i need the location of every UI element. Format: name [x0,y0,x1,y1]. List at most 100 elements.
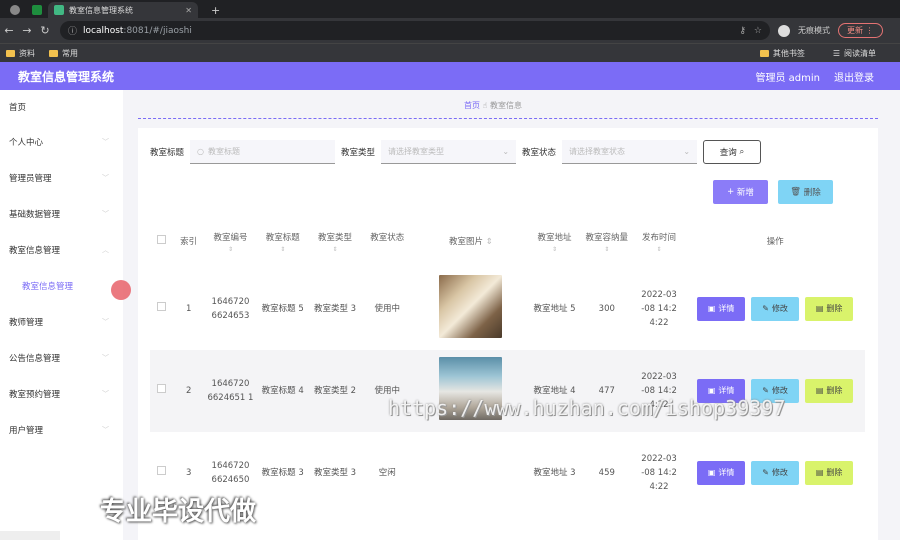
back-icon[interactable]: ← [0,24,18,37]
cell-ops: ▣ 详情 ✎ 修改 ▤ 删除 [685,432,865,514]
delete-button[interactable]: ▤ 删除 [805,379,854,403]
logout-link[interactable]: 退出登录 [834,69,874,84]
status-select[interactable]: 请选择教室状态 ⌄ [562,140,698,164]
column-header[interactable]: 教室图片 ⇕ [413,216,528,268]
key-icon[interactable]: ⚷ [739,26,746,36]
close-icon[interactable]: ✕ [185,6,192,15]
status-bar [0,531,60,540]
row-checkbox[interactable] [156,302,166,311]
type-select[interactable]: 请选择教室类型 ⌄ [381,140,517,164]
cell-type: 教室类型 3 [313,304,357,314]
sidebar-item-label: 首页 [9,103,27,113]
cell-address: 教室地址 5 [533,304,576,314]
sort-icon[interactable]: ⇕ [259,245,307,254]
sidebar-item-personal[interactable]: 个人中心 ﹀ [0,124,123,160]
bookmark-label: 其他书签 [772,48,805,58]
sidebar-item-basedata[interactable]: 基础数据管理 ﹀ [0,196,123,232]
row-checkbox-cell[interactable] [150,268,173,350]
detail-button[interactable]: ▣ 详情 [697,297,746,321]
column-header[interactable]: 教室编号 ⇕ [204,216,256,268]
sort-icon[interactable]: ⇕ [311,245,359,254]
bookmark-other[interactable]: 其他书签 [759,48,805,59]
sidebar-item-users[interactable]: 用户管理 ﹀ [0,412,123,448]
breadcrumb-home[interactable]: 首页 [464,101,480,110]
cell-time: 2022-03 -08 14:2 4:22 [641,290,677,328]
bookmark-folder[interactable]: 常用 [49,48,78,59]
cell-photo [413,432,528,514]
detail-button[interactable]: ▣ 详情 [697,461,746,485]
table-row[interactable]: 3 1646720 6624650 教室标题 3 教室类型 3 空闲 教室地址 … [150,432,865,514]
classroom-photo[interactable] [439,275,503,338]
button-label: 新增 [736,188,754,198]
button-label: 详情 [718,304,735,313]
chevron-down-icon: ⌄ [683,147,691,156]
column-header[interactable]: 教室标题 ⇕ [257,216,309,268]
sidebar-item-admins[interactable]: 管理员管理 ﹀ [0,160,123,196]
sort-icon[interactable]: ⇕ [635,245,683,254]
delete-button[interactable]: ▤ 删除 [805,461,854,485]
cell-number: 1646720 6624653 [211,297,250,321]
cell-status: 使用中 [374,304,401,314]
sort-icon[interactable] [363,245,411,254]
star-icon[interactable]: ☆ [754,26,762,36]
sidebar-item-label: 用户管理 [9,426,44,436]
row-checkbox[interactable] [156,466,166,475]
chevron-up-icon: ︿ [102,246,109,254]
tab-pinned[interactable] [4,2,24,18]
vue-icon [54,5,64,15]
user-label: 管理员 admin [755,72,820,84]
column-header[interactable]: 教室地址 ⇕ [528,216,580,268]
button-label: 详情 [718,468,735,477]
sort-icon[interactable]: ⇕ [486,237,493,247]
new-tab-button[interactable]: + [205,2,225,18]
column-header[interactable]: 教室类型 ⇕ [309,216,361,268]
sidebar-item-home[interactable]: 首页 [0,90,123,124]
column-header-label: 教室类型 [318,232,353,243]
address-bar[interactable]: ⓘ localhost :8081/#/jiaoshi ⚷ ☆ [60,21,770,40]
delete-button[interactable]: ▤ 删除 [805,297,854,321]
table-row[interactable]: 1 1646720 6624653 教室标题 5 教室类型 3 使用中 教室地址… [150,268,865,350]
sidebar-item-classroom[interactable]: 教室信息管理 ︿ [0,232,123,268]
table-header-row: 索引 教室编号 ⇕ 教室标题 ⇕ 教室类型 ⇕ 教室状态 教室图片 ⇕ 教室地址 ⇕ 教… [150,216,865,268]
info-icon[interactable]: ⓘ [68,24,77,37]
cell-capacity: 459 [598,468,615,478]
row-checkbox-cell[interactable] [150,350,173,432]
add-button[interactable]: + 新增 [713,180,768,204]
title-search-input[interactable]: ○ 教室标题 [190,140,336,164]
bookmark-label: 资料 [19,48,35,58]
update-button[interactable]: 更新 ⋮ [838,23,883,38]
filter-label: 教室标题 [150,148,185,158]
query-button[interactable]: 查询 ⌕ [703,140,762,164]
select-all-cell[interactable] [150,216,173,268]
column-header[interactable]: 教室容纳量 ⇕ [581,216,633,268]
sidebar-item-bookings[interactable]: 教室预约管理 ﹀ [0,376,123,412]
sidebar-subitem-classroom[interactable]: 教室信息管理 [0,268,123,304]
edit-button[interactable]: ✎ 修改 [751,461,800,485]
sidebar-item-teachers[interactable]: 教师管理 ﹀ [0,304,123,340]
row-checkbox[interactable] [156,384,166,393]
sort-icon[interactable]: ⇕ [583,245,631,254]
button-label: 删除 [826,386,843,395]
reload-icon[interactable]: ↻ [36,24,54,37]
column-header-label: 教室标题 [265,232,300,243]
app-header: 教室信息管理系统 管理员 admin 退出登录 [0,62,900,90]
tab-pinned-2[interactable] [26,2,46,18]
forward-icon[interactable]: → [18,24,36,37]
batch-delete-button[interactable]: 🗑 删除 [778,180,833,204]
sort-icon[interactable]: ⇕ [530,245,578,254]
edit-button[interactable]: ✎ 修改 [751,297,800,321]
sidebar-item-notices[interactable]: 公告信息管理 ﹀ [0,340,123,376]
input-placeholder: 教室标题 [208,147,240,156]
button-label: 删除 [826,468,843,477]
reading-list[interactable]: ☰ 阅读清单 [833,48,876,59]
browser-toolbar: ← → ↻ ⓘ localhost :8081/#/jiaoshi ⚷ ☆ 无痕… [0,18,900,43]
tab-active[interactable]: 教室信息管理系统 ✕ [48,2,198,18]
select-all-checkbox[interactable] [156,235,166,244]
column-header-label: 教室编号 [213,232,248,243]
column-header[interactable]: 发布时间 ⇕ [633,216,685,268]
bookmark-folder[interactable]: 资料 [6,48,35,59]
folder-icon [759,49,769,57]
sort-icon[interactable]: ⇕ [206,245,254,254]
column-header: 教室状态 [361,216,413,268]
cell-address: 教室地址 3 [533,468,576,478]
